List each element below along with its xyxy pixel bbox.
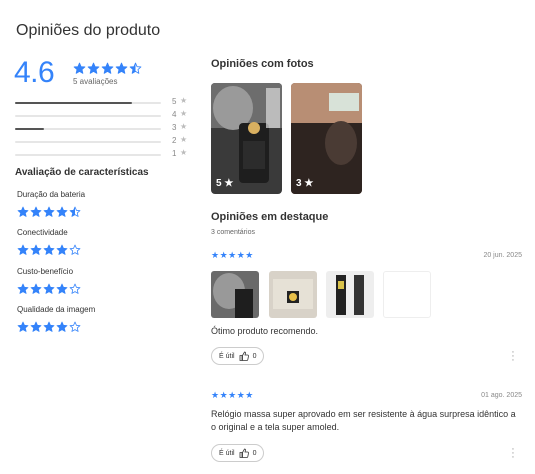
features-title: Avaliação de características xyxy=(15,167,149,178)
star-icon xyxy=(69,244,81,255)
star-icon: ★ xyxy=(180,109,188,118)
feature-stars xyxy=(17,242,82,256)
feature-rating: Conectividade xyxy=(17,228,82,256)
star-icon xyxy=(43,244,55,255)
rating-bar-track xyxy=(15,154,161,156)
useful-button[interactable]: É útil 0 xyxy=(211,347,265,365)
feature-label: Qualidade da imagem xyxy=(17,305,96,314)
rating-bar-fill xyxy=(15,128,45,130)
star-icon xyxy=(43,321,55,332)
star-icon xyxy=(87,62,100,75)
rating-bar-label: 5 xyxy=(172,97,177,106)
useful-count: 0 xyxy=(252,352,257,360)
review-thumbnail[interactable] xyxy=(383,271,431,318)
rating-bar-row: 2 ★ xyxy=(15,135,188,148)
star-icon xyxy=(17,283,29,294)
feature-label: Custo-benefício xyxy=(17,267,74,276)
star-icon xyxy=(69,283,81,294)
star-icon xyxy=(101,62,114,75)
feature-label: Conectividade xyxy=(17,228,68,237)
star-icon xyxy=(43,283,55,294)
rating-bar-track xyxy=(15,128,161,130)
rating-bar-track xyxy=(15,115,161,117)
review-photo[interactable]: 5 ★ xyxy=(211,83,282,194)
rating-bar-label: 1 xyxy=(172,149,177,158)
star-icon: ★ xyxy=(180,148,188,157)
review-text: Ótimo produto recomendo. xyxy=(211,326,319,336)
more-options-icon[interactable]: · · · xyxy=(510,347,516,366)
star-icon xyxy=(73,62,86,75)
rating-bar-fill xyxy=(15,102,132,104)
feature-label: Duração da bateria xyxy=(17,190,86,199)
rating-stars xyxy=(73,60,143,78)
rating-bar-label: 4 xyxy=(172,110,177,119)
star-icon xyxy=(17,244,29,255)
rating-bar-row: 3 ★ xyxy=(15,122,188,135)
star-icon xyxy=(30,244,42,255)
rating-count: 5 avaliações xyxy=(73,77,118,86)
rating-bar-row: 1 ★ xyxy=(15,148,188,161)
rating-bar-track xyxy=(15,102,161,104)
review-stars: ★★★★★ xyxy=(211,250,254,260)
star-icon xyxy=(30,206,42,217)
star-icon xyxy=(56,206,68,217)
review-stars: ★★★★★ xyxy=(211,390,254,400)
feature-stars xyxy=(17,319,95,333)
feature-rating: Duração da bateria xyxy=(17,190,85,218)
star-icon xyxy=(56,321,68,332)
comments-count: 3 comentários xyxy=(211,229,255,236)
rating-bar-label: 2 xyxy=(172,136,177,145)
review-thumbnail[interactable] xyxy=(211,271,259,318)
photo-rating: 5 ★ xyxy=(216,178,234,189)
photos-title: Opiniões com fotos xyxy=(211,58,314,70)
star-icon: ★ xyxy=(180,135,188,144)
star-icon xyxy=(43,206,55,217)
review-date: 20 jun. 2025 xyxy=(483,252,522,259)
review-thumbnail[interactable] xyxy=(269,271,317,318)
useful-label: É útil xyxy=(219,352,235,360)
page-title: Opiniões do produto xyxy=(16,22,161,39)
rating-average: 4.6 xyxy=(14,56,55,89)
star-icon xyxy=(17,321,29,332)
review-date: 01 ago. 2025 xyxy=(481,392,522,399)
rating-bar-row: 5 ★ xyxy=(15,96,188,109)
star-icon xyxy=(115,62,128,75)
useful-label: É útil xyxy=(219,449,235,457)
thumbs-up-icon xyxy=(239,351,249,361)
star-icon xyxy=(69,206,81,217)
star-icon xyxy=(30,321,42,332)
more-options-icon[interactable]: · · · xyxy=(510,444,516,463)
useful-count: 0 xyxy=(252,449,257,457)
feature-stars xyxy=(17,204,85,218)
review-photo[interactable]: 3 ★ xyxy=(291,83,362,194)
feature-rating: Qualidade da imagem xyxy=(17,305,95,333)
star-icon xyxy=(17,206,29,217)
highlights-title: Opiniões em destaque xyxy=(211,211,329,223)
star-icon xyxy=(129,62,142,75)
star-icon xyxy=(56,283,68,294)
star-icon: ★ xyxy=(180,96,188,105)
rating-bar-track xyxy=(15,141,161,143)
feature-rating: Custo-benefício xyxy=(17,267,82,295)
review-thumbnail[interactable] xyxy=(326,271,374,318)
feature-stars xyxy=(17,281,82,295)
star-icon xyxy=(56,244,68,255)
rating-distribution: 5 ★ 4 ★ 3 ★ 2 ★ 1 ★ xyxy=(15,96,188,161)
rating-bar-label: 3 xyxy=(172,123,177,132)
star-icon xyxy=(69,321,81,332)
star-icon xyxy=(30,283,42,294)
useful-button[interactable]: É útil 0 xyxy=(211,444,265,462)
rating-bar-row: 4 ★ xyxy=(15,109,188,122)
review-text: Relógio massa super aprovado em ser resi… xyxy=(211,409,516,432)
photo-rating: 3 ★ xyxy=(296,178,314,189)
star-icon: ★ xyxy=(180,122,188,131)
thumbs-up-icon xyxy=(239,448,249,458)
